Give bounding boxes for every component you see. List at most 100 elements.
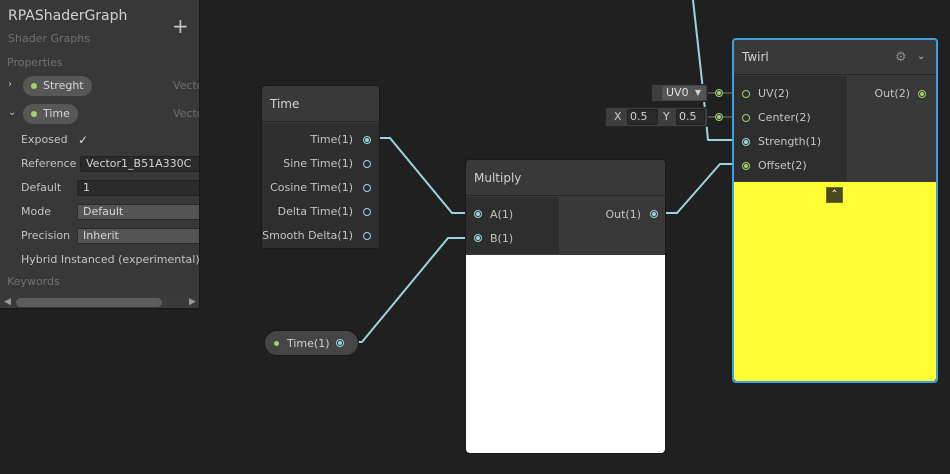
twirl-offset-input-port[interactable]: Offset(2) xyxy=(758,156,807,176)
exposed-checkbox[interactable]: ✓ xyxy=(76,133,90,147)
default-label: Default xyxy=(21,181,62,194)
wire-time-property-to-multiply-b[interactable] xyxy=(343,237,470,343)
port-label: Smooth Delta(1) xyxy=(262,229,353,242)
delta-time-output-port[interactable]: Delta Time(1) xyxy=(278,202,353,222)
twirl-out-connector[interactable] xyxy=(918,90,926,98)
chevron-down-icon[interactable]: ⌄ xyxy=(917,39,925,74)
twirl-node-title[interactable]: Twirl ⚙ ⌄ xyxy=(734,40,936,75)
twirl-strength-input-port[interactable]: Strength(1) xyxy=(758,132,821,152)
property-name: Streght xyxy=(43,79,84,92)
twirl-node-ports: UV(2) Center(2) Strength(1) Offset(2) Ou… xyxy=(734,76,936,181)
multiply-b-input-connector[interactable] xyxy=(474,234,482,242)
multiply-preview xyxy=(466,255,665,453)
center-inline-connector xyxy=(715,113,723,121)
graph-canvas[interactable]: Time Time(1) Sine Time(1) Cosine Time(1)… xyxy=(0,0,950,474)
wire-time-to-multiply-a[interactable] xyxy=(371,137,470,214)
twirl-node[interactable]: Twirl ⚙ ⌄ UV(2) Center(2) Strength(1) Of… xyxy=(732,38,938,383)
uv-inline-input: UV0 ▼ xyxy=(651,84,708,102)
precision-label: Precision xyxy=(21,229,71,242)
multiply-out-port[interactable]: Out(1) xyxy=(605,205,641,225)
center-x-label: X xyxy=(614,110,622,123)
hybrid-instanced-label: Hybrid Instanced (experimental) xyxy=(21,253,200,266)
twirl-preview: ⌃ xyxy=(734,182,936,381)
time-node[interactable]: Time Time(1) Sine Time(1) Cosine Time(1)… xyxy=(261,85,380,249)
sine-time-output-port[interactable]: Sine Time(1) xyxy=(283,154,353,174)
multiply-node-ports: A(1) B(1) Out(1) xyxy=(466,197,665,254)
wire-multiply-to-twirl-offset[interactable] xyxy=(654,163,738,214)
time-output-port[interactable]: Time(1) xyxy=(310,130,353,150)
multiply-node-title[interactable]: Multiply xyxy=(466,160,665,196)
center-inline-input: X 0.5 Y 0.5 xyxy=(605,107,708,127)
twirl-offset-input-connector[interactable] xyxy=(742,162,750,170)
uv-channel-value: UV0 xyxy=(666,86,689,99)
center-y-label: Y xyxy=(663,110,670,123)
cosine-time-output-port[interactable]: Cosine Time(1) xyxy=(270,178,353,198)
smooth-delta-output-connector[interactable] xyxy=(363,232,371,240)
property-type: Vecto xyxy=(173,107,199,120)
default-field[interactable]: 1 xyxy=(77,180,199,196)
cosine-time-output-connector[interactable] xyxy=(363,184,371,192)
twirl-uv-input-connector[interactable] xyxy=(742,90,750,98)
uv-inline-connector xyxy=(715,89,723,97)
center-y-field[interactable]: 0.5 xyxy=(676,109,705,125)
port-label: Delta Time(1) xyxy=(277,205,353,218)
graph-title: RPAShaderGraph xyxy=(8,8,128,24)
port-label: Sine Time(1) xyxy=(283,157,353,170)
twirl-strength-input-connector[interactable] xyxy=(742,138,750,146)
time-node-title[interactable]: Time xyxy=(262,86,379,122)
graph-subtitle: Shader Graphs xyxy=(8,32,90,45)
twirl-center-input-port[interactable]: Center(2) xyxy=(758,108,811,128)
horizontal-scrollbar[interactable]: ◀ ▶ xyxy=(0,296,199,308)
time-property-output-connector[interactable] xyxy=(336,339,344,347)
port-label: Time(1) xyxy=(310,133,353,146)
reference-field[interactable]: Vector1_B51A330C xyxy=(80,156,199,172)
property-dot-icon xyxy=(31,83,37,89)
blackboard-panel: RPAShaderGraph Shader Graphs + Propertie… xyxy=(0,0,200,309)
chevron-down-icon[interactable]: ⌄ xyxy=(8,107,16,118)
property-pill[interactable]: Streght xyxy=(23,76,92,96)
port-label: Out(1) xyxy=(605,208,641,221)
property-row-streght[interactable]: › Streght Vecto xyxy=(0,75,199,97)
mode-label: Mode xyxy=(21,205,51,218)
twirl-out-port[interactable]: Out(2) xyxy=(874,84,910,104)
port-label: B(1) xyxy=(490,232,514,245)
port-label: Offset(2) xyxy=(758,159,807,172)
multiply-a-input-port[interactable]: A(1) xyxy=(490,205,513,225)
twirl-center-input-connector[interactable] xyxy=(742,114,750,122)
scroll-left-icon[interactable]: ◀ xyxy=(4,297,11,307)
gear-icon[interactable]: ⚙ xyxy=(895,40,907,75)
chevron-right-icon[interactable]: › xyxy=(8,79,12,90)
keywords-section-header: Keywords xyxy=(7,275,60,288)
properties-section-header: Properties xyxy=(7,56,63,69)
exposed-label: Exposed xyxy=(21,133,68,146)
time-property-node[interactable]: Time(1) xyxy=(264,330,359,356)
property-row-time[interactable]: ⌄ Time Vecto xyxy=(0,103,199,125)
port-label: Cosine Time(1) xyxy=(270,181,353,194)
sine-time-output-connector[interactable] xyxy=(363,160,371,168)
time-property-label: Time(1) xyxy=(287,337,330,350)
port-label: Strength(1) xyxy=(758,135,822,148)
twirl-uv-input-port[interactable]: UV(2) xyxy=(758,84,789,104)
multiply-a-input-connector[interactable] xyxy=(474,210,482,218)
property-pill[interactable]: Time xyxy=(23,104,78,124)
delta-time-output-connector[interactable] xyxy=(363,208,371,216)
multiply-node[interactable]: Multiply A(1) B(1) Out(1) xyxy=(465,159,666,454)
property-name: Time xyxy=(43,107,70,120)
center-x-field[interactable]: 0.5 xyxy=(627,109,658,125)
collapse-preview-button[interactable]: ⌃ xyxy=(826,187,843,203)
multiply-b-input-port[interactable]: B(1) xyxy=(490,229,513,249)
port-label: A(1) xyxy=(490,208,514,221)
multiply-out-connector[interactable] xyxy=(650,210,658,218)
add-property-button[interactable]: + xyxy=(172,16,189,36)
scrollbar-thumb[interactable] xyxy=(16,298,162,307)
time-node-ports: Time(1) Sine Time(1) Cosine Time(1) Delt… xyxy=(262,123,379,248)
smooth-delta-output-port[interactable]: Smooth Delta(1) xyxy=(262,226,353,246)
time-output-connector[interactable] xyxy=(363,136,371,144)
port-label: Out(2) xyxy=(874,87,910,100)
scroll-right-icon[interactable]: ▶ xyxy=(189,297,196,307)
precision-dropdown[interactable]: Inherit xyxy=(77,228,199,244)
uv-channel-dropdown[interactable]: UV0 ▼ xyxy=(662,86,706,100)
mode-dropdown[interactable]: Default xyxy=(77,204,199,220)
property-dot-icon xyxy=(274,341,279,346)
port-label: UV(2) xyxy=(758,87,790,100)
